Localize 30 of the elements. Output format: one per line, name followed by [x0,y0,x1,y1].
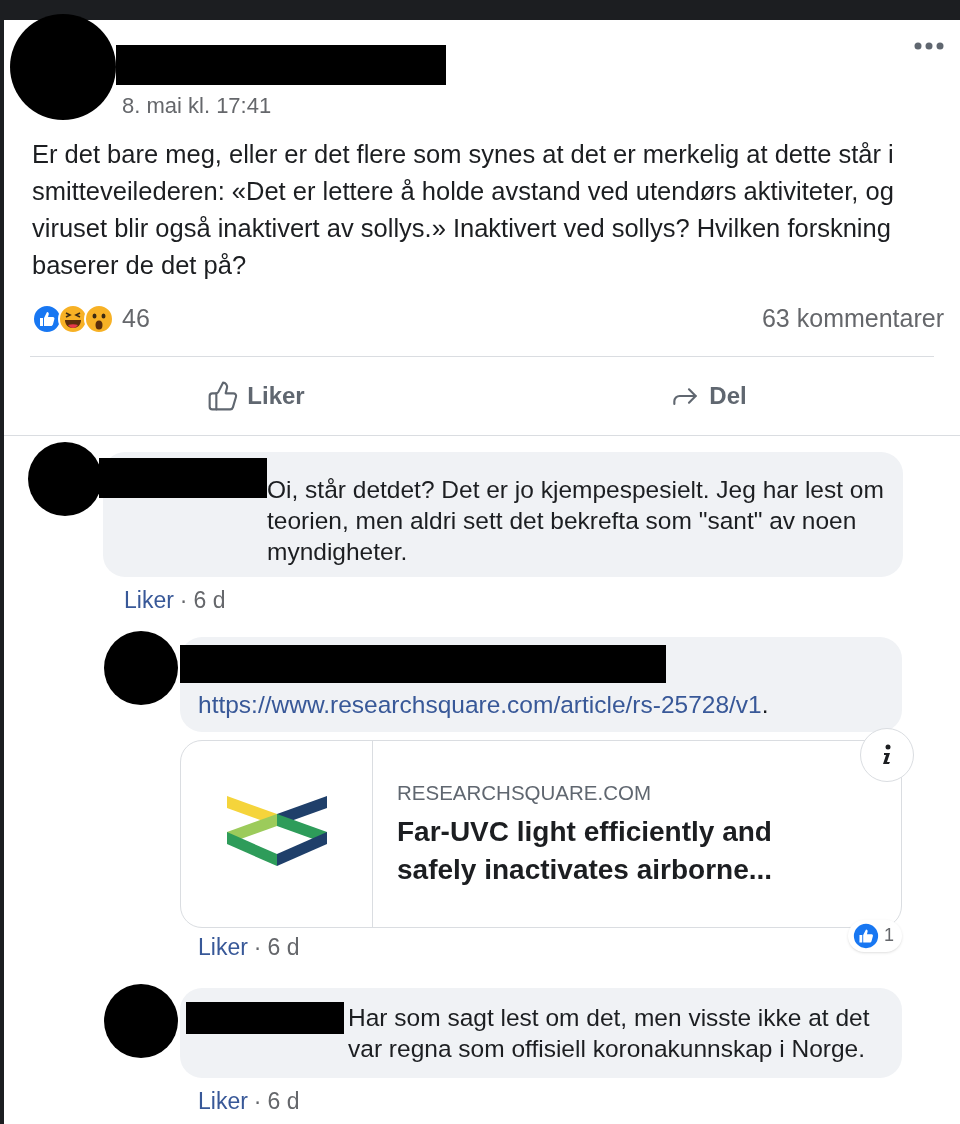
link-preview-card[interactable]: RESEARCHSQUARE.COM Far-UVC light efficiently and safely inactivates airborne... [180,739,902,928]
comment-text: Oi, står detdet? Det er jo kjempespesielt. Jeg har lest om teorien, men aldri sett det bekrefta som "sant" av noen myndigheter. [267,474,885,567]
article-link[interactable]: https://www.researchsquare.com/article/rs-25728/v1 [198,691,762,718]
comment-count-link[interactable]: 63 kommentarer [761,300,944,338]
like-link[interactable]: Liker [124,582,174,617]
link-title: Far-UVC light efficiently and safely inactivates airborne... [397,815,774,888]
separator-dot: · [253,932,262,962]
thumbs-up-icon [207,379,240,412]
post-timestamp: 8. mai kl. 17:41 [122,92,273,120]
comment-text: Har som sagt lest om det, men visste ikke at det var regna som offisiell koronakunnskap i Norge. [348,1003,871,1065]
share-button[interactable]: Del [482,377,934,414]
comment-age: 6 d [267,1087,300,1117]
link-domain: RESEARCHSQUARE.COM [397,780,652,807]
reaction-badge[interactable]: 1 [848,919,902,952]
post-text: Er det bare meg, eller er det flere som synes at det er merkelig at dette står i smitteveilederen: «Det er lettere å holde avstand ved utendørs aktiviteter, og viruset blir også inaktivert av sollys.» Inaktivert ved sollys? Hvilken forskning baserer de det på? [31,139,895,281]
info-icon [881,743,893,766]
comment-age: 6 d [193,585,226,615]
more-options-icon [914,42,944,50]
separator-dot: · [253,1087,262,1117]
like-link[interactable]: Liker [198,929,248,965]
like-link[interactable]: Liker [198,1084,248,1119]
reaction-count: 46 [122,303,150,334]
like-reaction-icon [852,921,880,950]
surprised-face-icon [84,303,114,334]
separator-dot: · [179,585,188,615]
comment-age: 6 d [267,932,300,962]
info-button[interactable] [860,727,914,782]
link-period: . [761,691,769,718]
more-options-button[interactable] [914,42,944,50]
like-button[interactable]: Liker [30,377,482,414]
